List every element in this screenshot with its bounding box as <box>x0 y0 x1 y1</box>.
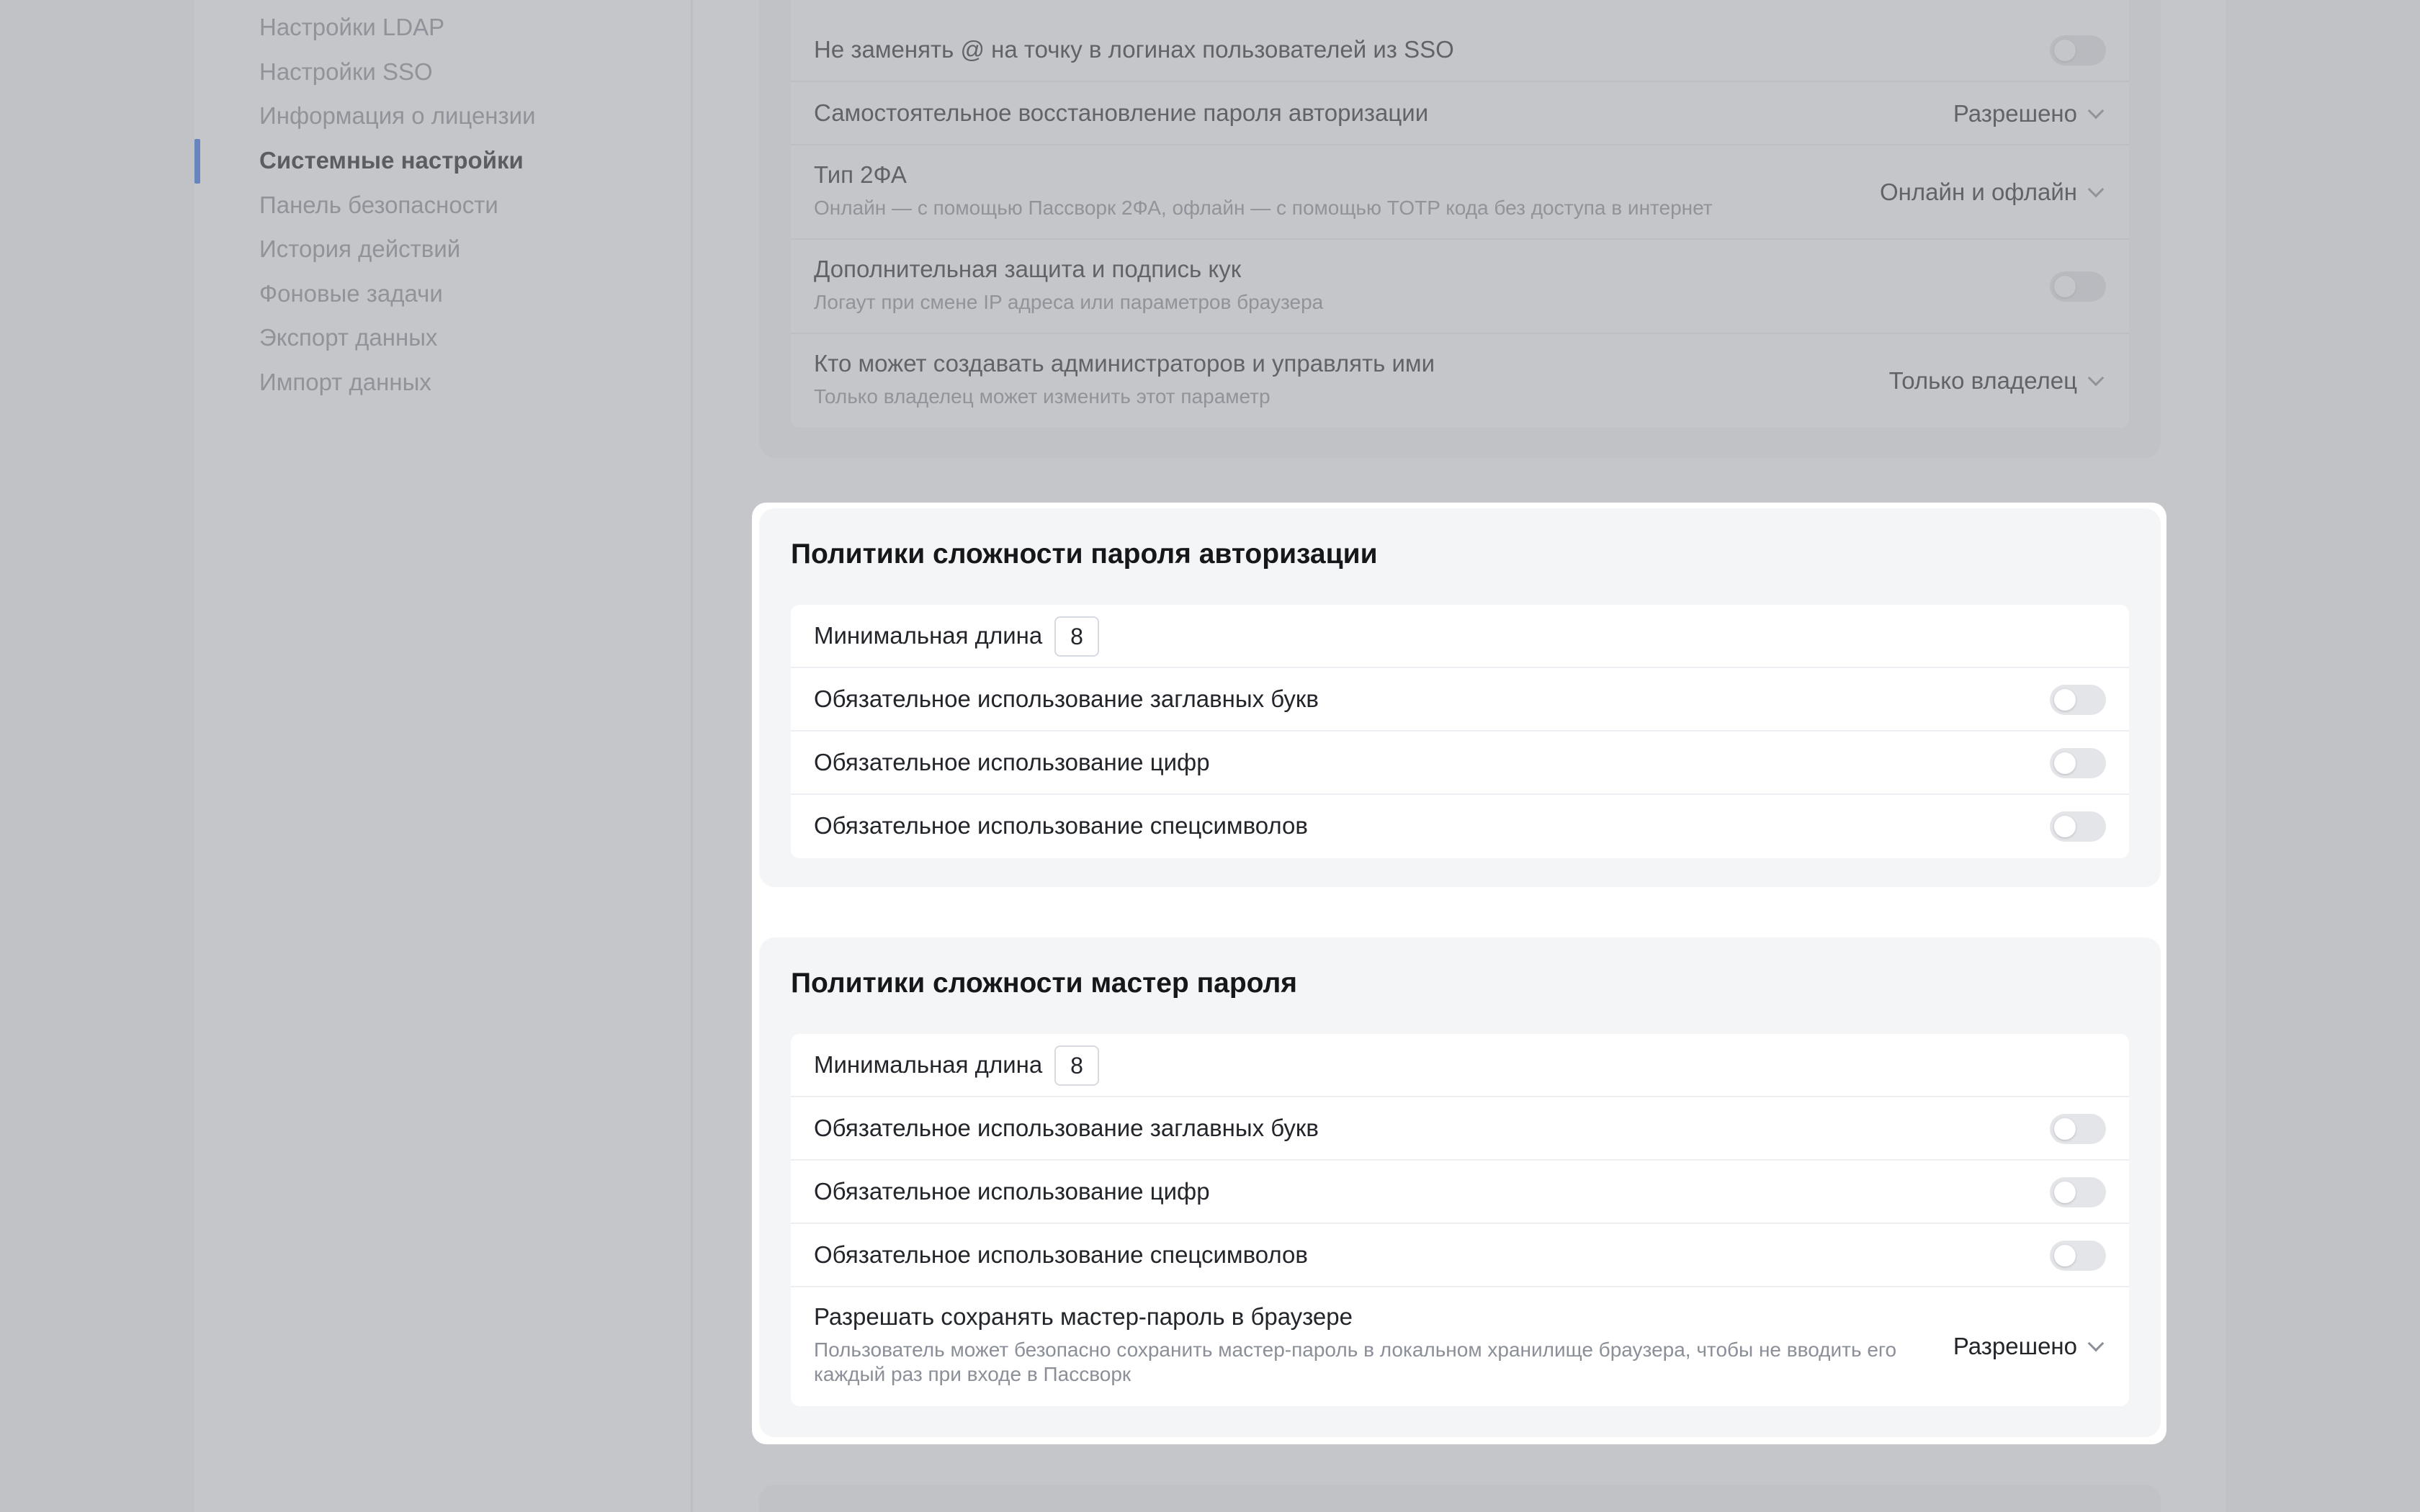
admin-management-row: Кто может создавать администраторов и уп… <box>791 334 2129 428</box>
cookie-protection-row: Дополнительная защита и подпись кук Лога… <box>791 240 2129 334</box>
admin-management-select[interactable]: Только владелец <box>1889 363 2106 399</box>
cookie-protection-description: Логаут при смене IP адреса или параметро… <box>814 291 1324 313</box>
sso-login-toggle[interactable] <box>2050 35 2106 66</box>
toggle-knob <box>2054 40 2076 61</box>
sidebar-item-license[interactable]: Информация о лицензии <box>259 98 536 134</box>
sso-login-label: Не заменять @ на точку в логинах пользов… <box>814 36 1454 63</box>
admin-management-label: Кто может создавать администраторов и уп… <box>814 350 1435 377</box>
sidebar-item-activity-log[interactable]: История действий <box>259 231 460 267</box>
twofa-type-description: Онлайн — с помощью Пассворк 2ФА, офлайн … <box>814 197 1713 219</box>
sidebar: Настройки LDAP Настройки SSO Информация … <box>194 0 693 1512</box>
twofa-type-label: Тип 2ФА <box>814 161 907 188</box>
chevron-down-icon <box>2087 102 2105 120</box>
twofa-type-row: Тип 2ФА Онлайн — с помощью Пассворк 2ФА,… <box>791 145 2129 240</box>
chevron-down-icon <box>2087 181 2105 198</box>
self-recovery-row: Самостоятельное восстановление пароля ав… <box>791 82 2129 145</box>
active-indicator <box>194 139 200 184</box>
sidebar-item-ldap[interactable]: Настройки LDAP <box>259 9 444 45</box>
toggle-knob <box>2054 276 2076 297</box>
sidebar-item-background-tasks[interactable]: Фоновые задачи <box>259 276 443 312</box>
sso-login-row: Не заменять @ на точку в логинах пользов… <box>791 19 2129 82</box>
sidebar-item-system-settings[interactable]: Системные настройки <box>259 143 524 179</box>
sidebar-item-sso[interactable]: Настройки SSO <box>259 54 433 90</box>
cookie-protection-label: Дополнительная защита и подпись кук <box>814 256 1242 282</box>
chevron-down-icon <box>2087 369 2105 387</box>
sidebar-item-data-import[interactable]: Импорт данных <box>259 364 431 400</box>
twofa-type-select[interactable]: Онлайн и офлайн <box>1880 174 2106 210</box>
admin-management-description: Только владелец может изменить этот пара… <box>814 385 1270 408</box>
sidebar-item-security-dashboard[interactable]: Панель безопасности <box>259 187 498 223</box>
cookie-protection-toggle[interactable] <box>2050 271 2106 302</box>
system-settings-card: Не заменять @ на точку в логинах пользов… <box>759 0 2161 458</box>
admin-management-value: Только владелец <box>1888 367 2077 394</box>
spotlight-overlay <box>752 503 2166 1444</box>
self-recovery-select[interactable]: Разрешено <box>1953 96 2106 132</box>
next-settings-card <box>759 1485 2161 1512</box>
self-recovery-value: Разрешено <box>1953 100 2077 127</box>
self-recovery-label: Самостоятельное восстановление пароля ав… <box>814 99 1429 126</box>
twofa-type-value: Онлайн и офлайн <box>1880 179 2077 205</box>
sidebar-item-data-export[interactable]: Экспорт данных <box>259 320 437 356</box>
system-settings-list: Не заменять @ на точку в логинах пользов… <box>791 0 2129 428</box>
